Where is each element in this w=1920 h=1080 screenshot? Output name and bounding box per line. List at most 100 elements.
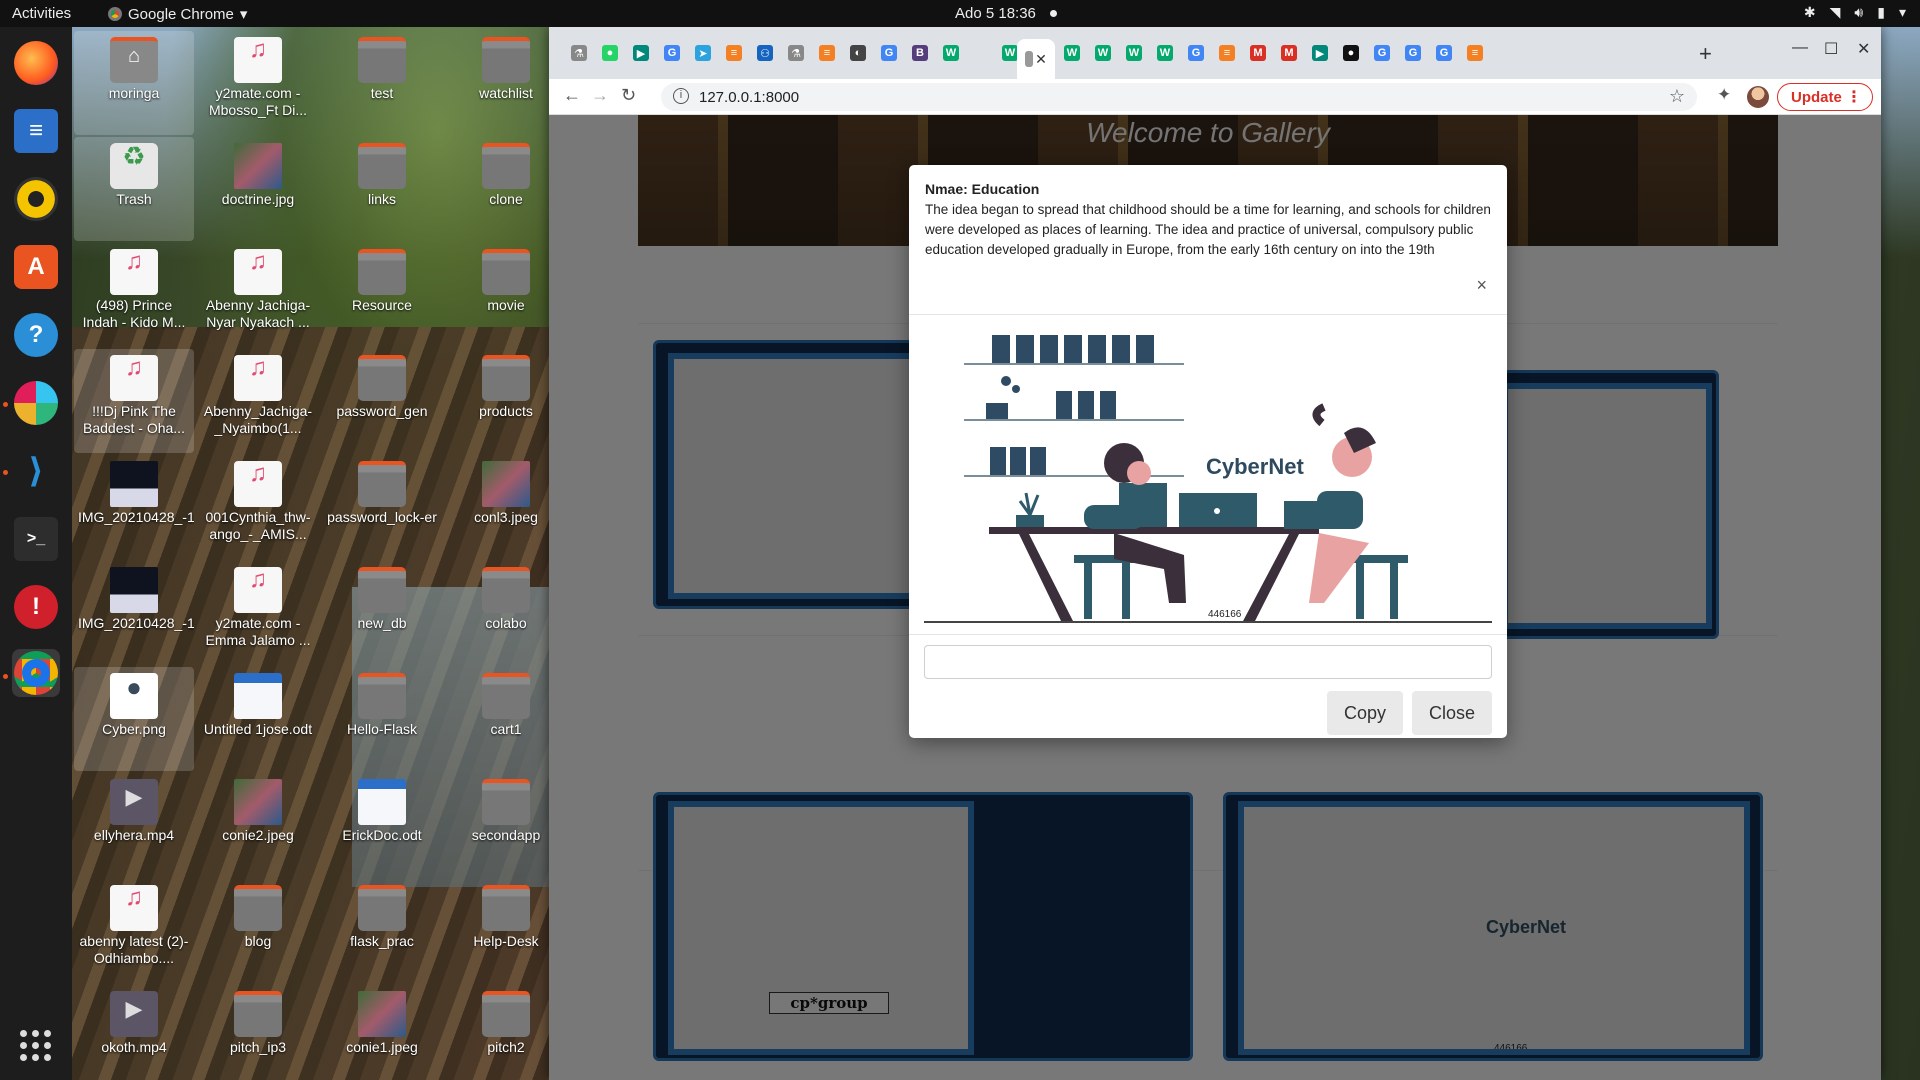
close-window-icon[interactable]: ✕ (1857, 39, 1870, 59)
desktop-icon[interactable]: Abenny_Jachiga- _Nyaimbo(1... (198, 349, 318, 453)
browser-tab[interactable]: G (658, 39, 686, 67)
desktop-icon[interactable]: new_db (322, 561, 442, 665)
desktop-icon[interactable]: Untitled 1jose.odt (198, 667, 318, 771)
browser-tab[interactable]: ≡ (1213, 39, 1241, 67)
browser-tab[interactable]: M (1244, 39, 1272, 67)
desktop-icon[interactable]: links (322, 137, 442, 241)
desktop-icon[interactable]: pitch_ip3 (198, 985, 318, 1080)
desktop-icon[interactable]: secondapp (446, 773, 566, 877)
desktop-icon[interactable]: ellyhera.mp4 (74, 773, 194, 877)
desktop-icon[interactable]: conie2.jpeg (198, 773, 318, 877)
back-icon[interactable]: ← (563, 85, 581, 106)
desktop-icon[interactable]: Hello-Flask (322, 667, 442, 771)
close-icon[interactable]: × (1476, 275, 1487, 296)
browser-tab[interactable]: ➤ (689, 39, 717, 67)
help-launcher[interactable]: ? (12, 311, 60, 359)
forward-icon[interactable]: → (591, 85, 609, 106)
browser-tab[interactable]: W (1058, 39, 1086, 67)
show-applications-icon[interactable] (20, 1030, 52, 1062)
desktop-icon[interactable]: colabo (446, 561, 566, 665)
browser-tab[interactable]: ⚇ (751, 39, 779, 67)
desktop-icon[interactable]: test (322, 31, 442, 135)
browser-tab[interactable]: W (1120, 39, 1148, 67)
desktop-icon[interactable]: password_lock-er (322, 455, 442, 559)
kebab-menu-icon[interactable]: ⋮ (1846, 87, 1862, 107)
close-button[interactable]: Close (1412, 691, 1492, 735)
desktop-icon[interactable]: Cyber.png (74, 667, 194, 771)
new-tab-button[interactable]: + (1699, 41, 1712, 67)
browser-tab[interactable]: G (875, 39, 903, 67)
desktop-icon[interactable]: clone (446, 137, 566, 241)
minimize-icon[interactable]: — (1792, 39, 1808, 57)
browser-tab[interactable]: ● (1337, 39, 1365, 67)
rhythmbox-launcher[interactable] (12, 175, 60, 223)
desktop-icon[interactable]: y2mate.com - Mbosso_Ft Di... (198, 31, 318, 135)
copy-input[interactable] (924, 645, 1492, 679)
desktop-icon[interactable]: cart1 (446, 667, 566, 771)
desktop-icon[interactable]: pitch2 (446, 985, 566, 1080)
system-tray[interactable]: ✱ ◥ 🔊︎ ▮ ▾ (1804, 4, 1906, 21)
profile-avatar[interactable] (1747, 86, 1769, 108)
maximize-icon[interactable]: ☐ (1824, 39, 1838, 59)
desktop-icon[interactable]: conie1.jpeg (322, 985, 442, 1080)
app-menu[interactable]: Google Chrome ▾ (108, 5, 247, 23)
slack-launcher[interactable] (12, 379, 60, 427)
desktop-icon[interactable]: products (446, 349, 566, 453)
desktop-icon[interactable]: okoth.mp4 (74, 985, 194, 1080)
desktop-icon[interactable]: (498) Prince Indah - Kido M... (74, 243, 194, 347)
browser-tab[interactable]: G (1430, 39, 1458, 67)
browser-tab[interactable]: B (906, 39, 934, 67)
browser-tab[interactable]: ⚗ (565, 39, 593, 67)
desktop-icon[interactable]: IMG_20210428_-120620_8.jpg (74, 455, 194, 559)
copy-button[interactable]: Copy (1327, 691, 1403, 735)
desktop-icon[interactable]: Resource (322, 243, 442, 347)
activities-button[interactable]: Activities (12, 5, 71, 22)
desktop-icon[interactable]: ErickDoc.odt (322, 773, 442, 877)
extensions-icon[interactable]: ✦ (1717, 85, 1731, 105)
terminal-launcher[interactable]: >_ (12, 515, 60, 563)
browser-tab[interactable]: ▶ (1306, 39, 1334, 67)
desktop-icon[interactable]: 001Cynthia_thw-ango_-_AMIS... (198, 455, 318, 559)
browser-tab[interactable]: ● (596, 39, 624, 67)
firefox-launcher[interactable] (12, 39, 60, 87)
browser-tab[interactable]: M (1275, 39, 1303, 67)
update-button[interactable]: Update ⋮ (1777, 83, 1873, 111)
bookmark-star-icon[interactable]: ☆ (1669, 86, 1685, 107)
info-icon[interactable]: i (673, 88, 689, 104)
browser-tab[interactable]: G (1368, 39, 1396, 67)
desktop-icon[interactable]: moringa (74, 31, 194, 135)
browser-tab[interactable]: G (1182, 39, 1210, 67)
address-bar[interactable]: i 127.0.0.1:8000 ☆ (661, 83, 1697, 111)
desktop-icon[interactable]: watchlist (446, 31, 566, 135)
vscode-launcher[interactable]: ⟩ (12, 447, 60, 495)
tab-active[interactable]: ✕ (1017, 39, 1055, 79)
browser-tab[interactable]: ≡ (813, 39, 841, 67)
desktop-icon[interactable]: y2mate.com - Emma Jalamo ... (198, 561, 318, 665)
desktop-icon[interactable]: password_gen (322, 349, 442, 453)
close-tab-icon[interactable]: ✕ (1035, 51, 1047, 68)
slack-tray-icon[interactable]: ✱ (1804, 4, 1816, 21)
reload-icon[interactable]: ↻ (621, 85, 636, 106)
browser-tab[interactable]: W (1089, 39, 1117, 67)
browser-tab[interactable]: ◐ (844, 39, 872, 67)
desktop-icon[interactable]: blog (198, 879, 318, 983)
software-center-launcher[interactable]: A (12, 243, 60, 291)
chrome-launcher[interactable] (12, 649, 60, 697)
browser-tab[interactable]: W (1151, 39, 1179, 67)
clock[interactable]: Ado 5 18:36 (955, 5, 1036, 22)
browser-tab[interactable]: W (937, 39, 965, 67)
desktop-icon[interactable]: doctrine.jpg (198, 137, 318, 241)
desktop-icon[interactable]: movie (446, 243, 566, 347)
desktop-icon[interactable]: Trash (74, 137, 194, 241)
browser-tab[interactable]: ▶ (627, 39, 655, 67)
alert-launcher[interactable]: ! (12, 583, 60, 631)
writer-launcher[interactable]: ≡ (12, 107, 60, 155)
browser-tab[interactable]: ⚗ (782, 39, 810, 67)
desktop-icon[interactable]: Help-Desk (446, 879, 566, 983)
desktop-icon[interactable]: Abenny Jachiga- Nyar Nyakach ... (198, 243, 318, 347)
browser-tab[interactable]: G (1399, 39, 1427, 67)
desktop-icon[interactable]: flask_prac (322, 879, 442, 983)
desktop-icon[interactable]: IMG_20210428_-120614_8.jpg (74, 561, 194, 665)
desktop-icon[interactable]: abenny latest (2)-Odhiambo.... (74, 879, 194, 983)
desktop-icon[interactable]: conl3.jpeg (446, 455, 566, 559)
